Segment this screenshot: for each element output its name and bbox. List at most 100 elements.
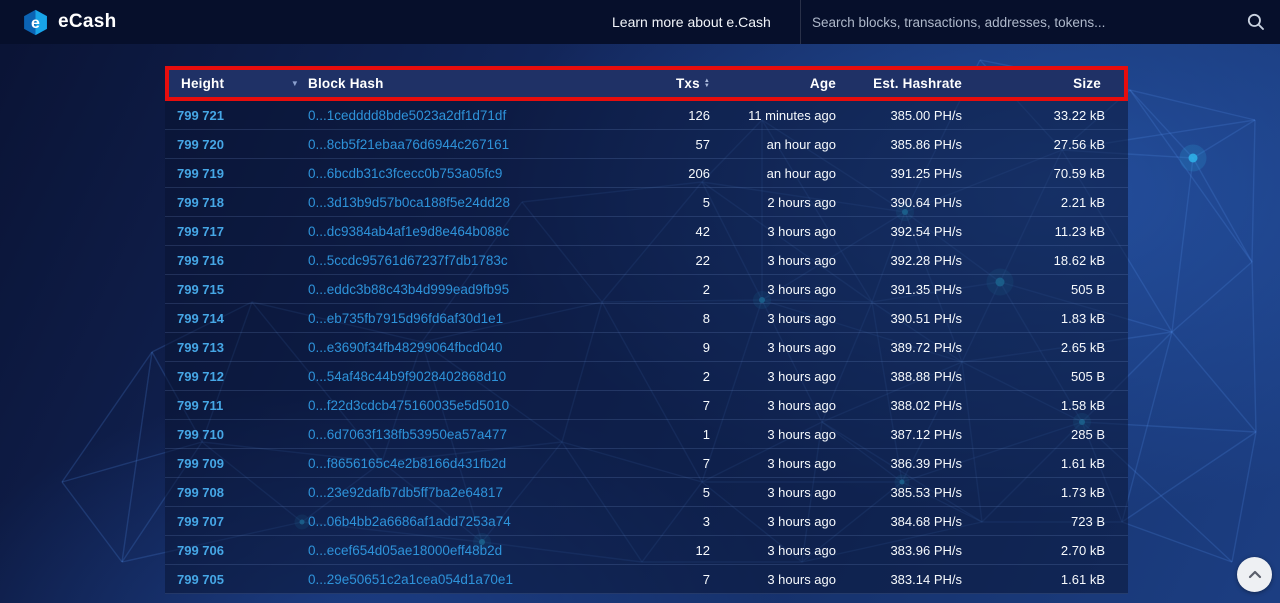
- block-hash-link[interactable]: 0...8cb5f21ebaa76d6944c267161: [308, 137, 509, 152]
- block-height-link[interactable]: 799 708: [177, 485, 224, 500]
- block-hash-link[interactable]: 0...ecef654d05ae18000eff48b2d: [308, 543, 502, 558]
- size-value: 285 B: [1071, 427, 1105, 442]
- learn-more-link[interactable]: Learn more about e.Cash: [612, 0, 771, 44]
- txs-value: 7: [703, 572, 710, 587]
- hashrate-value: 391.25 PH/s: [890, 166, 962, 181]
- hashrate-value: 385.00 PH/s: [890, 108, 962, 123]
- hashrate-value: 392.28 PH/s: [890, 253, 962, 268]
- block-hash-link[interactable]: 0...f22d3cdcb475160035e5d5010: [308, 398, 509, 413]
- txs-value: 12: [696, 543, 710, 558]
- block-height-link[interactable]: 799 707: [177, 514, 224, 529]
- txs-value: 206: [688, 166, 710, 181]
- hashrate-cell: 387.12 PH/s: [848, 427, 978, 442]
- block-height-link[interactable]: 799 720: [177, 137, 224, 152]
- column-header-height[interactable]: Height▼: [169, 76, 308, 91]
- block-height-link[interactable]: 799 705: [177, 572, 224, 587]
- block-hash-link[interactable]: 0...06b4bb2a6686af1add7253a74: [308, 514, 511, 529]
- txs-value: 42: [696, 224, 710, 239]
- search-icon[interactable]: [1246, 12, 1266, 32]
- search-input[interactable]: [810, 0, 1210, 44]
- block-hash-link[interactable]: 0...54af48c44b9f9028402868d10: [308, 369, 506, 384]
- age-value: 3 hours ago: [767, 427, 836, 442]
- block-hash-link[interactable]: 0...e3690f34fb48299064fbcd040: [308, 340, 502, 355]
- block-height-link[interactable]: 799 715: [177, 282, 224, 297]
- hash-cell: 0...ecef654d05ae18000eff48b2d: [308, 543, 628, 558]
- block-height-link[interactable]: 799 714: [177, 311, 224, 326]
- age-cell: 3 hours ago: [713, 456, 848, 471]
- column-header-est-hashrate[interactable]: Est. Hashrate: [848, 76, 978, 91]
- size-value: 2.70 kB: [1061, 543, 1105, 558]
- height-cell: 799 721: [165, 108, 308, 123]
- table-row: 799 7150...eddc3b88c43b4d999ead9fb9523 h…: [165, 275, 1128, 304]
- column-header-block-hash[interactable]: Block Hash: [308, 76, 628, 91]
- svg-text:e: e: [31, 13, 40, 31]
- scroll-to-top-button[interactable]: [1237, 557, 1272, 592]
- age-cell: 3 hours ago: [713, 427, 848, 442]
- block-height-link[interactable]: 799 711: [177, 398, 223, 413]
- table-row: 799 7170...dc9384ab4af1e9d8e464b088c423 …: [165, 217, 1128, 246]
- table-row: 799 7090...f8656165c4e2b8166d431fb2d73 h…: [165, 449, 1128, 478]
- txs-value: 1: [703, 427, 710, 442]
- txs-cell: 5: [628, 195, 713, 210]
- txs-value: 3: [703, 514, 710, 529]
- block-hash-link[interactable]: 0...dc9384ab4af1e9d8e464b088c: [308, 224, 509, 239]
- txs-value: 57: [696, 137, 710, 152]
- txs-value: 2: [703, 282, 710, 297]
- age-cell: 3 hours ago: [713, 311, 848, 326]
- block-hash-link[interactable]: 0...3d13b9d57b0ca188f5e24dd28: [308, 195, 510, 210]
- size-value: 18.62 kB: [1054, 253, 1105, 268]
- block-height-link[interactable]: 799 710: [177, 427, 224, 442]
- size-value: 1.61 kB: [1061, 456, 1105, 471]
- column-header-size[interactable]: Size: [978, 76, 1124, 91]
- age-value: 11 minutes ago: [748, 108, 836, 123]
- txs-cell: 9: [628, 340, 713, 355]
- size-value: 11.23 kB: [1055, 224, 1105, 239]
- hashrate-value: 390.51 PH/s: [890, 311, 962, 326]
- block-hash-link[interactable]: 0...6bcdb31c3fcecc0b753a05fc9: [308, 166, 502, 181]
- block-hash-link[interactable]: 0...6d7063f138fb53950ea57a477: [308, 427, 507, 442]
- size-cell: 27.56 kB: [978, 137, 1128, 152]
- table-row: 799 713 0...e3690f34fb48299064fbcd040 93 h…: [165, 333, 1128, 362]
- table-row: 799 7050...29e50651c2a1cea054d1a70e173 h…: [165, 565, 1128, 594]
- column-label: Age: [810, 76, 836, 91]
- age-cell: 3 hours ago: [713, 340, 848, 355]
- block-height-link[interactable]: 799 716: [177, 253, 224, 268]
- hashrate-cell: 390.51 PH/s: [848, 311, 978, 326]
- block-height-link[interactable]: 799 719: [177, 166, 224, 181]
- txs-cell: 7: [628, 572, 713, 587]
- block-height-link[interactable]: 799 709: [177, 456, 224, 471]
- column-label: Est. Hashrate: [873, 76, 962, 91]
- age-value: 3 hours ago: [767, 514, 836, 529]
- age-cell: 2 hours ago: [713, 195, 848, 210]
- block-height-link[interactable]: 799 718: [177, 195, 224, 210]
- table-row: 799 7210...1cedddd8bde5023a2df1d71df1261…: [165, 101, 1128, 130]
- column-header-age[interactable]: Age: [713, 76, 848, 91]
- block-height-link[interactable]: 799 706: [177, 543, 224, 558]
- hashrate-cell: 385.53 PH/s: [848, 485, 978, 500]
- age-cell: an hour ago: [713, 166, 848, 181]
- block-hash-link[interactable]: 0...eddc3b88c43b4d999ead9fb95: [308, 282, 509, 297]
- txs-value: 8: [703, 311, 710, 326]
- size-value: 723 B: [1071, 514, 1105, 529]
- block-height-link[interactable]: 799 713: [177, 340, 224, 355]
- size-cell: 18.62 kB: [978, 253, 1128, 268]
- age-value: 3 hours ago: [767, 311, 836, 326]
- block-hash-link[interactable]: 0...23e92dafb7db5ff7ba2e64817: [308, 485, 503, 500]
- column-header-txs[interactable]: Txs▲▼: [628, 76, 713, 91]
- block-height-link[interactable]: 799 721: [177, 108, 224, 123]
- hashrate-value: 387.12 PH/s: [890, 427, 962, 442]
- block-hash-link[interactable]: 0...eb735fb7915d96fd6af30d1e1: [308, 311, 503, 326]
- size-cell: 505 B: [978, 369, 1128, 384]
- block-height-link[interactable]: 799 717: [177, 224, 224, 239]
- ecash-logo[interactable]: e eCash: [22, 9, 117, 36]
- block-hash-link[interactable]: 0...29e50651c2a1cea054d1a70e1: [308, 572, 513, 587]
- txs-value: 2: [703, 369, 710, 384]
- txs-cell: 8: [628, 311, 713, 326]
- block-hash-link[interactable]: 0...f8656165c4e2b8166d431fb2d: [308, 456, 506, 471]
- block-hash-link[interactable]: 0...1cedddd8bde5023a2df1d71df: [308, 108, 506, 123]
- txs-cell: 3: [628, 514, 713, 529]
- height-cell: 799 706: [165, 543, 308, 558]
- age-cell: 3 hours ago: [713, 485, 848, 500]
- block-height-link[interactable]: 799 712: [177, 369, 224, 384]
- block-hash-link[interactable]: 0...5ccdc95761d67237f7db1783c: [308, 253, 508, 268]
